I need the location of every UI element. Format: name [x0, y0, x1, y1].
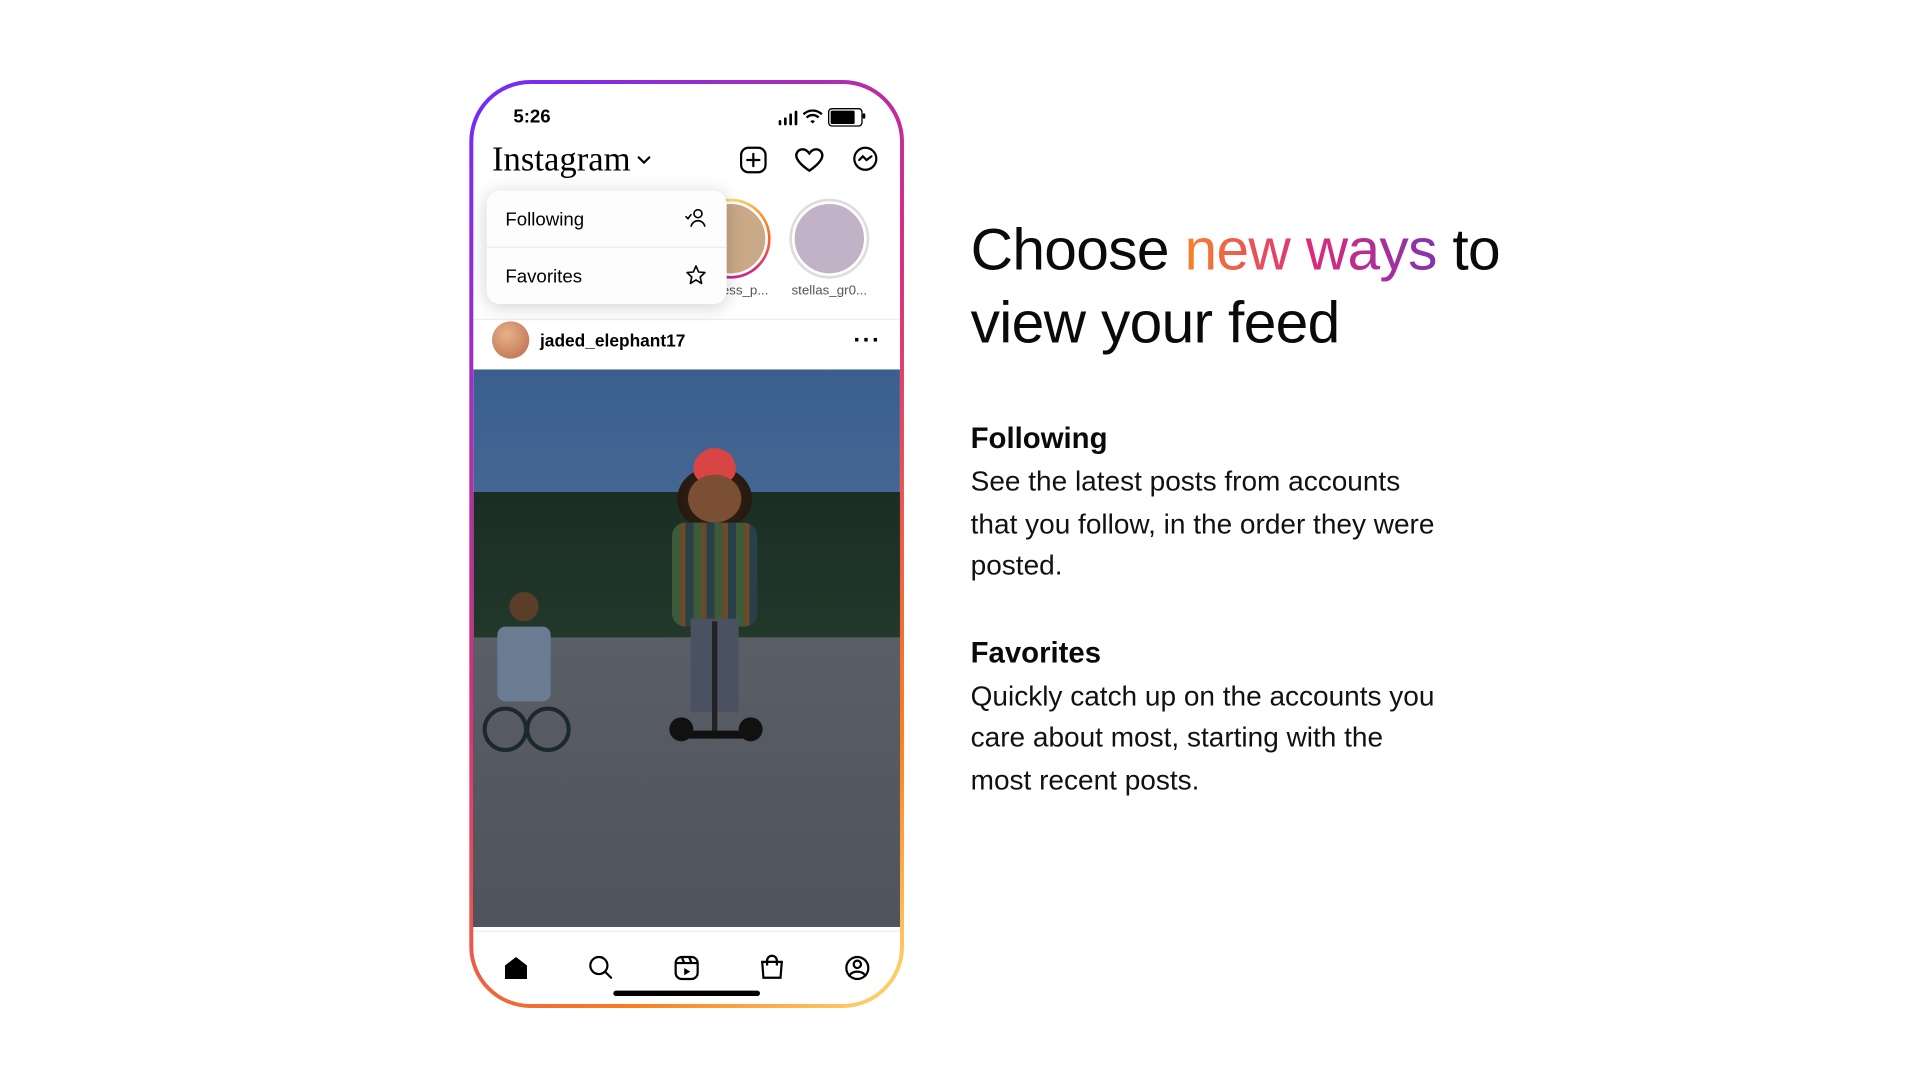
- feed-switcher-button[interactable]: Instagram: [492, 140, 652, 180]
- wifi-icon: [803, 109, 823, 125]
- star-icon: [684, 264, 708, 288]
- home-icon: [501, 953, 530, 982]
- add-post-button[interactable]: [737, 144, 769, 176]
- menu-item-favorites[interactable]: Favorites: [487, 248, 727, 304]
- status-bar: 5:26: [473, 84, 900, 129]
- add-icon: [739, 145, 768, 174]
- section-body-following: See the latest posts from accounts that …: [971, 461, 1451, 587]
- section-body-favorites: Quickly catch up on the accounts you car…: [971, 675, 1451, 801]
- home-indicator: [613, 991, 760, 996]
- headline: Choose new ways to view your feed: [971, 213, 1571, 360]
- section-title-following: Following: [971, 421, 1571, 456]
- nav-home[interactable]: [500, 952, 532, 984]
- story-item[interactable]: stellas_gr0...: [783, 199, 876, 319]
- battery-icon: [828, 108, 863, 127]
- shop-icon: [757, 953, 786, 982]
- instagram-logo: Instagram: [492, 140, 631, 180]
- chevron-down-icon: [636, 152, 652, 168]
- post-options-button[interactable]: ···: [853, 326, 881, 354]
- messenger-icon: [851, 145, 880, 174]
- feed-switcher-menu: Following Favorites: [487, 191, 727, 304]
- status-indicators: [778, 108, 863, 127]
- post-author-link[interactable]: jaded_elephant17: [492, 321, 685, 358]
- post-avatar: [492, 321, 529, 358]
- phone-device-frame: 5:26 Instagram: [469, 80, 904, 1008]
- cell-signal-icon: [778, 109, 797, 125]
- phone-screen: 5:26 Instagram: [473, 84, 900, 1004]
- search-icon: [587, 953, 616, 982]
- reels-icon: [672, 953, 701, 982]
- section-title-favorites: Favorites: [971, 635, 1571, 670]
- nav-shop[interactable]: [756, 952, 788, 984]
- messages-button[interactable]: [849, 144, 881, 176]
- profile-icon: [843, 953, 872, 982]
- following-icon: [684, 207, 708, 231]
- marketing-copy: Choose new ways to view your feed Follow…: [971, 213, 1571, 849]
- menu-item-following[interactable]: Following: [487, 191, 727, 248]
- app-header: Instagram: [473, 135, 900, 186]
- nav-search[interactable]: [585, 952, 617, 984]
- post-username: jaded_elephant17: [540, 330, 685, 350]
- activity-button[interactable]: [793, 144, 825, 176]
- post-header: jaded_elephant17 ···: [473, 311, 900, 370]
- post-image[interactable]: [473, 369, 900, 926]
- nav-profile[interactable]: [841, 952, 873, 984]
- nav-reels[interactable]: [671, 952, 703, 984]
- status-time: 5:26: [513, 105, 550, 126]
- heart-icon: [793, 144, 825, 176]
